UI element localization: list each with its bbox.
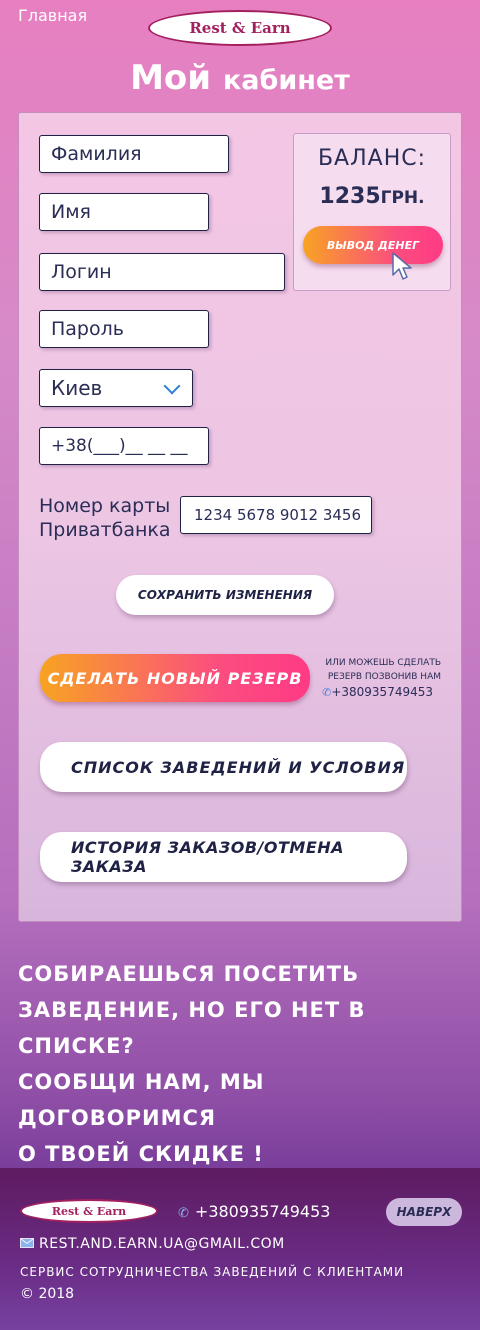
- footer-email[interactable]: REST.AND.EARN.UA@GMAIL.COM: [20, 1236, 285, 1252]
- promo-line2: ЗАВЕДЕНИЕ, НО ЕГО НЕТ В СПИСКЕ?: [18, 998, 366, 1058]
- reserve-phone-number: +380935749453: [331, 685, 433, 699]
- new-reserve-button[interactable]: СДЕЛАТЬ НОВЫЙ РЕЗЕРВ: [40, 654, 310, 702]
- surname-field[interactable]: Фамилия: [39, 135, 229, 173]
- footer-copyright: © 2018: [20, 1286, 75, 1302]
- balance-card: БАЛАНС: 1235ГРН. ВЫВОД ДЕНЕГ: [293, 133, 451, 291]
- page-title-small: кабинет: [222, 65, 350, 96]
- name-field[interactable]: Имя: [39, 193, 209, 231]
- balance-currency: ГРН.: [380, 188, 425, 208]
- login-field[interactable]: Логин: [39, 253, 285, 291]
- header-logo[interactable]: Rest & Earn: [148, 10, 332, 46]
- promo-line3: СООБЩИ НАМ, МЫ ДОГОВОРИМСЯ: [18, 1070, 265, 1130]
- reserve-phone[interactable]: ✆+380935749453: [321, 685, 433, 699]
- footer: Rest & Earn ✆ +380935749453 НАВЕРХ REST.A…: [0, 1168, 480, 1330]
- city-select[interactable]: Киев: [39, 369, 193, 407]
- balance-amount: 1235ГРН.: [294, 184, 450, 209]
- phone-icon: ✆: [322, 686, 332, 699]
- withdraw-button[interactable]: ВЫВОД ДЕНЕГ: [303, 226, 443, 264]
- order-history-button[interactable]: ИСТОРИЯ ЗАКАЗОВ/ОТМЕНА ЗАКАЗА: [40, 832, 407, 882]
- back-to-top-button[interactable]: НАВЕРХ: [386, 1198, 462, 1226]
- reserve-note-line2: РЕЗЕРВ ПОЗВОНИВ НАМ: [327, 672, 441, 682]
- nav-home-link[interactable]: Главная: [18, 6, 87, 25]
- venues-list-button[interactable]: СПИСОК ЗАВЕДЕНИЙ И УСЛОВИЯ: [40, 742, 407, 792]
- footer-phone[interactable]: ✆ +380935749453: [178, 1202, 330, 1221]
- promo-line1: СОБИРАЕШЬСЯ ПОСЕТИТЬ: [18, 962, 360, 986]
- cursor-icon: [392, 252, 412, 280]
- footer-email-address: REST.AND.EARN.UA@GMAIL.COM: [39, 1236, 285, 1252]
- reserve-call-note: ИЛИ МОЖЕШЬ СДЕЛАТЬ РЕЗЕРВ ПОЗВОНИВ НАМ: [321, 656, 441, 684]
- balance-title: БАЛАНС:: [317, 146, 427, 171]
- page-title: Мой кабинет: [0, 58, 480, 98]
- footer-logo[interactable]: Rest & Earn: [20, 1199, 158, 1223]
- chevron-down-icon: [163, 377, 181, 395]
- city-select-value: Киев: [51, 376, 103, 400]
- save-changes-button[interactable]: СОХРАНИТЬ ИЗМЕНЕНИЯ: [116, 575, 334, 615]
- footer-phone-number: +380935749453: [194, 1202, 331, 1221]
- card-label-line2: Приватбанка: [39, 519, 171, 541]
- page-title-big: Мой: [130, 58, 212, 98]
- email-icon: [20, 1238, 34, 1248]
- reserve-note-line1: ИЛИ МОЖЕШЬ СДЕЛАТЬ: [325, 658, 441, 668]
- promo-line4: О ТВОЕЙ СКИДКЕ !: [18, 1142, 264, 1166]
- card-number-label: Номер карты Приватбанка: [39, 494, 171, 542]
- phone-icon: ✆: [178, 1206, 189, 1221]
- phone-field[interactable]: +38(___)__ __ __: [39, 427, 209, 465]
- account-panel: Фамилия Имя Логин Пароль Киев +38(___)__…: [18, 112, 462, 922]
- promo-text: СОБИРАЕШЬСЯ ПОСЕТИТЬ ЗАВЕДЕНИЕ, НО ЕГО Н…: [18, 956, 458, 1172]
- card-number-field[interactable]: 1234 5678 9012 3456: [180, 496, 372, 534]
- footer-description: СЕРВИС СОТРУДНИЧЕСТВА ЗАВЕДЕНИЙ С КЛИЕНТ…: [20, 1265, 405, 1279]
- password-field[interactable]: Пароль: [39, 310, 209, 348]
- card-label-line1: Номер карты: [39, 495, 171, 517]
- balance-value: 1235: [319, 184, 381, 209]
